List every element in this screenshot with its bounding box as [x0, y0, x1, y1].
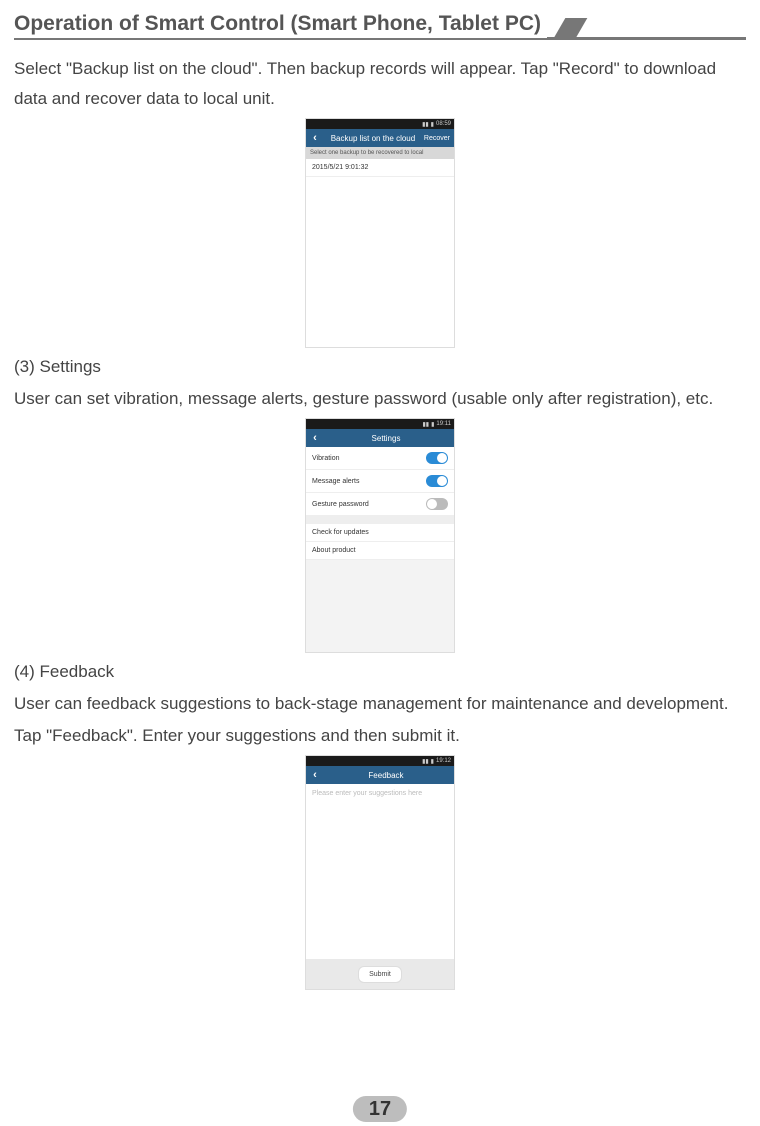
setting-label: About product: [312, 547, 356, 554]
setting-row-gesture-password[interactable]: Gesture password: [306, 493, 454, 516]
battery-icon: ▮: [431, 421, 434, 428]
empty-area: [306, 177, 454, 347]
setting-row-check-updates[interactable]: Check for updates: [306, 524, 454, 542]
section-4-body-2: Tap "Feedback". Enter your suggestions a…: [14, 721, 746, 751]
setting-label: Vibration: [312, 455, 340, 462]
title-bar: ‹ Settings: [306, 429, 454, 447]
backup-record[interactable]: 2015/5/21 9:01:32: [306, 159, 454, 177]
title-bar: ‹ Feedback: [306, 766, 454, 784]
back-button[interactable]: ‹: [308, 132, 322, 144]
page-title: Operation of Smart Control (Smart Phone,…: [14, 10, 547, 38]
signal-icon: ▮▮: [423, 421, 430, 428]
screen-title: Feedback: [322, 771, 450, 780]
divider: [306, 516, 454, 524]
setting-row-message-alerts[interactable]: Message alerts: [306, 470, 454, 493]
status-bar: ▮▮ ▮ 19:12: [306, 756, 454, 766]
status-time: 19:12: [436, 758, 451, 764]
message-alerts-toggle[interactable]: [426, 475, 448, 487]
setting-row-vibration[interactable]: Vibration: [306, 447, 454, 470]
backup-record-label: 2015/5/21 9:01:32: [312, 164, 368, 171]
status-time: 19:11: [436, 421, 451, 427]
screen-title: Backup list on the cloud: [322, 134, 424, 143]
recover-button[interactable]: Recover: [424, 135, 452, 142]
submit-button[interactable]: Submit: [358, 966, 402, 983]
phone-screenshot-feedback: ▮▮ ▮ 19:12 ‹ Feedback Please enter your …: [305, 755, 455, 990]
setting-label: Gesture password: [312, 501, 369, 508]
page-number: 17: [353, 1096, 407, 1122]
screen-title: Settings: [322, 434, 450, 443]
status-bar: ▮▮ ▮ 19:11: [306, 419, 454, 429]
phone-screenshot-backup: ▮▮ ▮ 08:59 ‹ Backup list on the cloud Re…: [305, 118, 455, 348]
status-time: 08:59: [436, 121, 451, 127]
gesture-password-toggle[interactable]: [426, 498, 448, 510]
battery-icon: ▮: [431, 758, 434, 765]
submit-bar: Submit: [306, 959, 454, 989]
setting-row-about-product[interactable]: About product: [306, 542, 454, 560]
page-header: Operation of Smart Control (Smart Phone,…: [14, 10, 746, 44]
vibration-toggle[interactable]: [426, 452, 448, 464]
section-3-body: User can set vibration, message alerts, …: [14, 384, 746, 414]
signal-icon: ▮▮: [422, 758, 429, 765]
paragraph-backup: Select "Backup list on the cloud". Then …: [14, 54, 746, 114]
phone-screenshot-settings: ▮▮ ▮ 19:11 ‹ Settings Vibration Message …: [305, 418, 455, 653]
setting-label: Message alerts: [312, 478, 359, 485]
battery-icon: ▮: [431, 121, 434, 128]
empty-area: [306, 560, 454, 652]
back-button[interactable]: ‹: [308, 432, 322, 444]
section-4-body: User can feedback suggestions to back-st…: [14, 689, 746, 719]
section-3-title: (3) Settings: [14, 352, 746, 382]
title-bar: ‹ Backup list on the cloud Recover: [306, 129, 454, 147]
section-4-title: (4) Feedback: [14, 657, 746, 687]
feedback-textarea[interactable]: Please enter your suggestions here: [306, 784, 454, 959]
signal-icon: ▮▮: [422, 121, 429, 128]
setting-label: Check for updates: [312, 529, 369, 536]
back-button[interactable]: ‹: [308, 769, 322, 781]
status-bar: ▮▮ ▮ 08:59: [306, 119, 454, 129]
subheading: Select one backup to be recovered to loc…: [306, 147, 454, 159]
